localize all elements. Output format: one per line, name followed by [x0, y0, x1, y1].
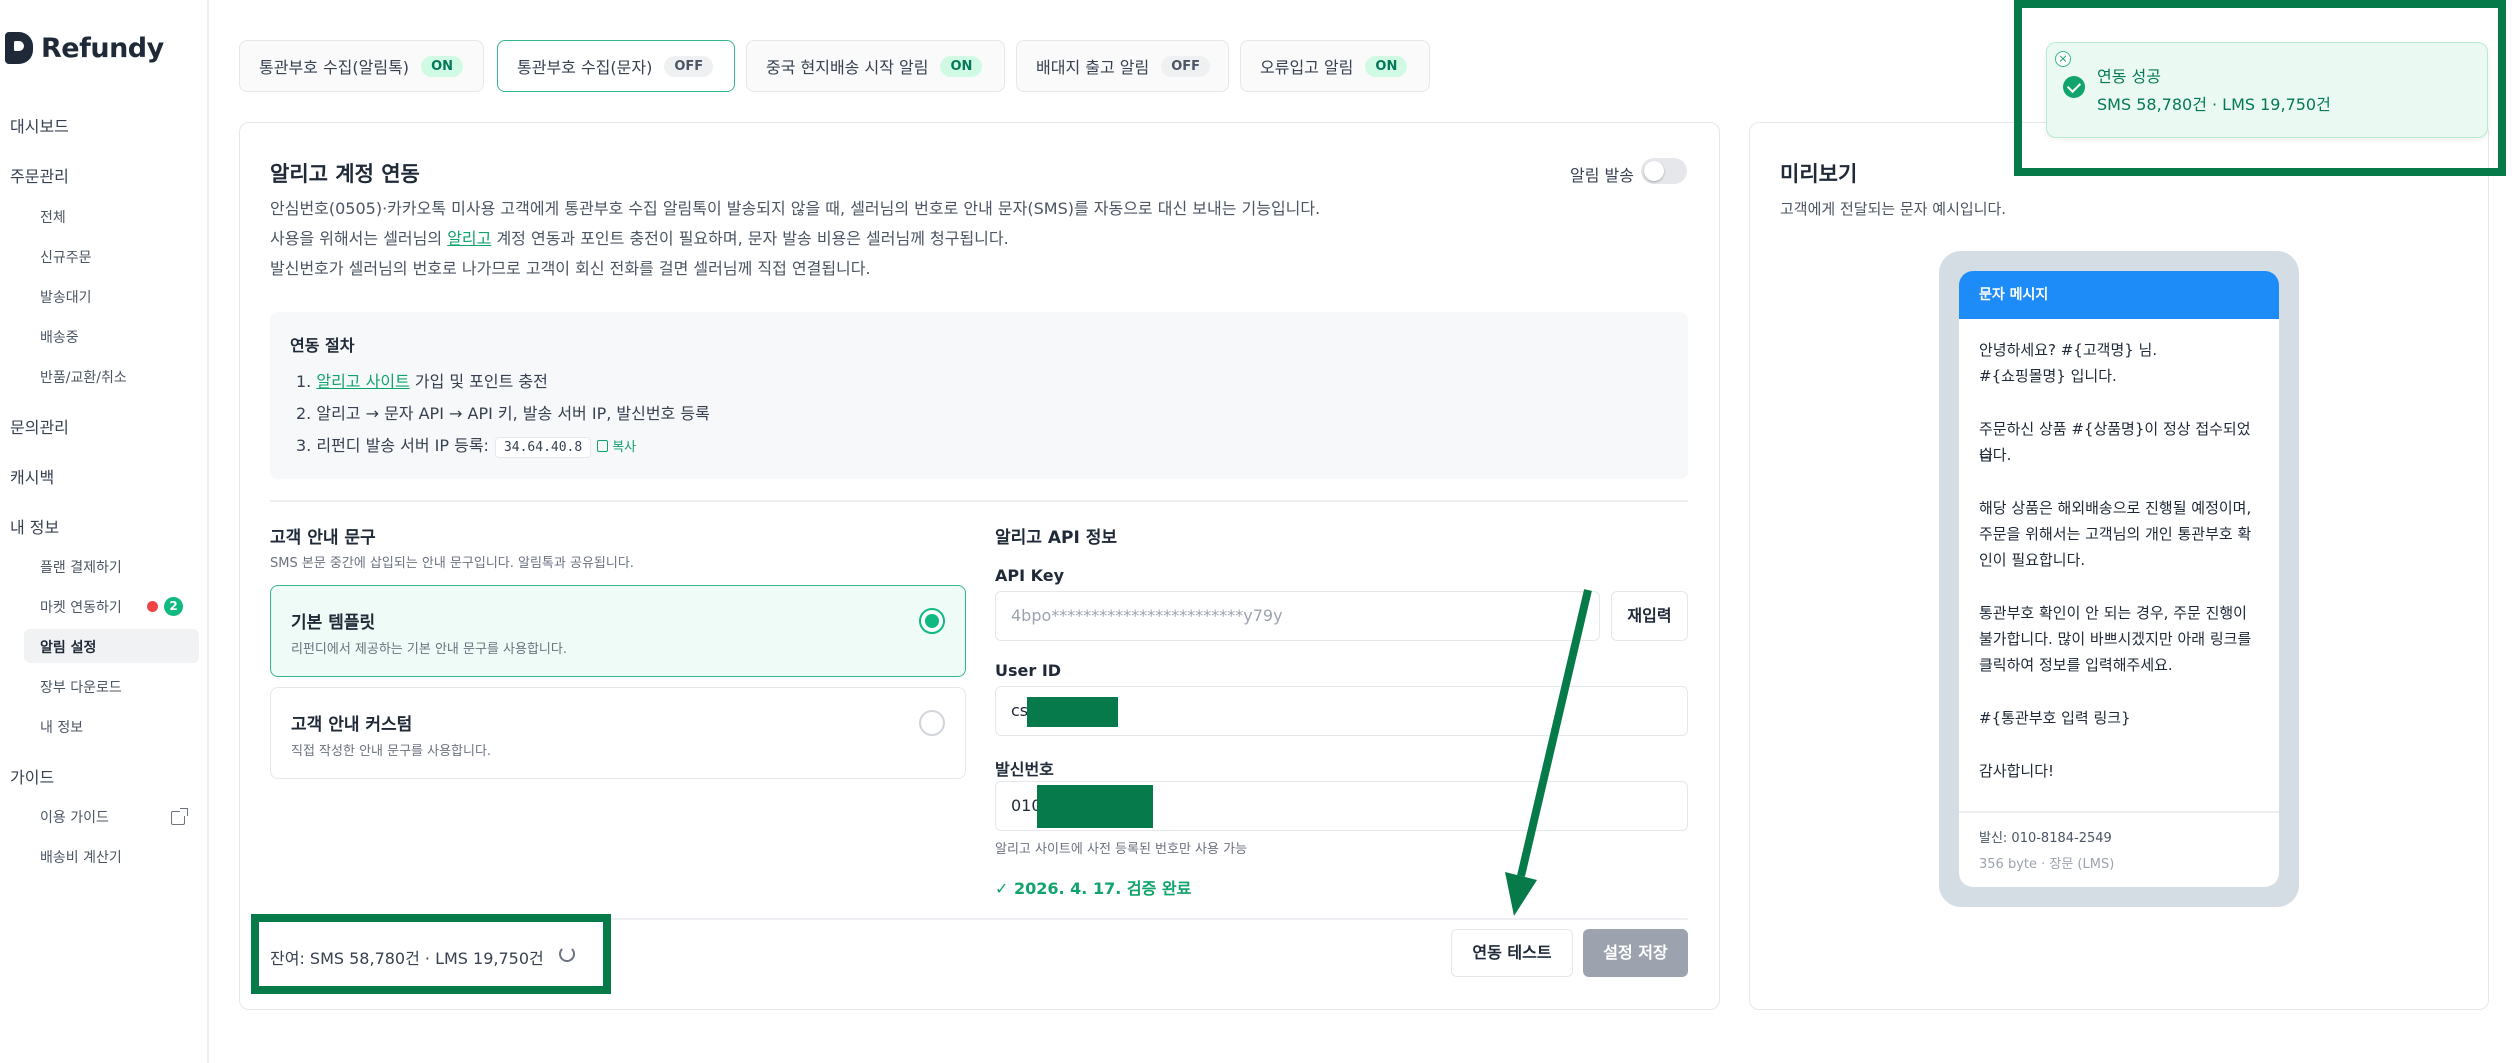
arrowhead-icon — [1505, 872, 1537, 916]
annotation-arrow — [1505, 589, 1592, 916]
